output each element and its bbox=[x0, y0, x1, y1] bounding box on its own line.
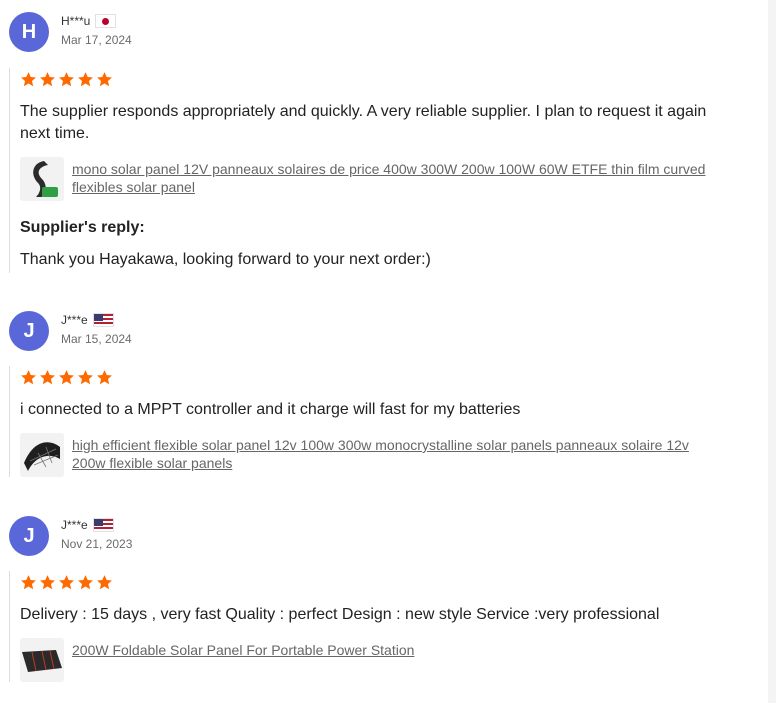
jp-flag-icon bbox=[95, 14, 117, 28]
star-icon bbox=[97, 369, 112, 384]
star-icon bbox=[78, 71, 93, 86]
review-comment: Delivery : 15 days , very fast Quality :… bbox=[20, 606, 660, 623]
product-thumbnail[interactable] bbox=[20, 638, 64, 682]
review-comment: The supplier responds appropriately and … bbox=[20, 103, 707, 142]
star-icon bbox=[21, 369, 36, 384]
supplier-reply-text: Thank you Hayakawa, looking forward to y… bbox=[20, 251, 431, 268]
product-title-link[interactable]: 200W Foldable Solar Panel For Portable P… bbox=[72, 641, 414, 659]
star-icon bbox=[78, 369, 93, 384]
us-flag-icon bbox=[92, 518, 114, 532]
product-link[interactable]: 200W Foldable Solar Panel For Portable P… bbox=[20, 638, 709, 682]
star-icon bbox=[97, 71, 112, 86]
star-icon bbox=[21, 574, 36, 589]
us-flag-icon bbox=[92, 313, 114, 327]
star-icon bbox=[40, 574, 55, 589]
product-thumbnail[interactable] bbox=[20, 157, 64, 201]
review-body: i connected to a MPPT controller and it … bbox=[9, 366, 709, 477]
star-rating bbox=[20, 366, 709, 388]
star-icon bbox=[97, 574, 112, 589]
review-date: Mar 17, 2024 bbox=[61, 33, 132, 47]
review-body: Delivery : 15 days , very fast Quality :… bbox=[9, 571, 709, 682]
reviewer-name: J***e bbox=[61, 518, 88, 532]
product-link[interactable]: mono solar panel 12V panneaux solaires d… bbox=[20, 157, 709, 201]
review-date: Nov 21, 2023 bbox=[61, 537, 133, 551]
star-icon bbox=[59, 71, 74, 86]
star-icon bbox=[59, 574, 74, 589]
review-body: The supplier responds appropriately and … bbox=[9, 68, 709, 273]
star-icon bbox=[40, 71, 55, 86]
product-title-link[interactable]: mono solar panel 12V panneaux solaires d… bbox=[72, 160, 709, 196]
star-rating bbox=[20, 68, 709, 90]
supplier-reply-title: Supplier's reply: bbox=[20, 219, 145, 236]
star-icon bbox=[59, 369, 74, 384]
reviewer-name: H***u bbox=[61, 14, 91, 28]
review-date: Mar 15, 2024 bbox=[61, 332, 132, 346]
reviewer-name: J***e bbox=[61, 313, 88, 327]
product-link[interactable]: high efficient flexible solar panel 12v … bbox=[20, 433, 709, 477]
avatar: H bbox=[9, 12, 49, 52]
review-comment: i connected to a MPPT controller and it … bbox=[20, 401, 521, 418]
product-title-link[interactable]: high efficient flexible solar panel 12v … bbox=[72, 436, 709, 472]
scrollbar[interactable] bbox=[768, 0, 776, 703]
star-icon bbox=[78, 574, 93, 589]
avatar: J bbox=[9, 311, 49, 351]
product-thumbnail[interactable] bbox=[20, 433, 64, 477]
star-icon bbox=[40, 369, 55, 384]
avatar: J bbox=[9, 516, 49, 556]
star-icon bbox=[21, 71, 36, 86]
star-rating bbox=[20, 571, 709, 593]
